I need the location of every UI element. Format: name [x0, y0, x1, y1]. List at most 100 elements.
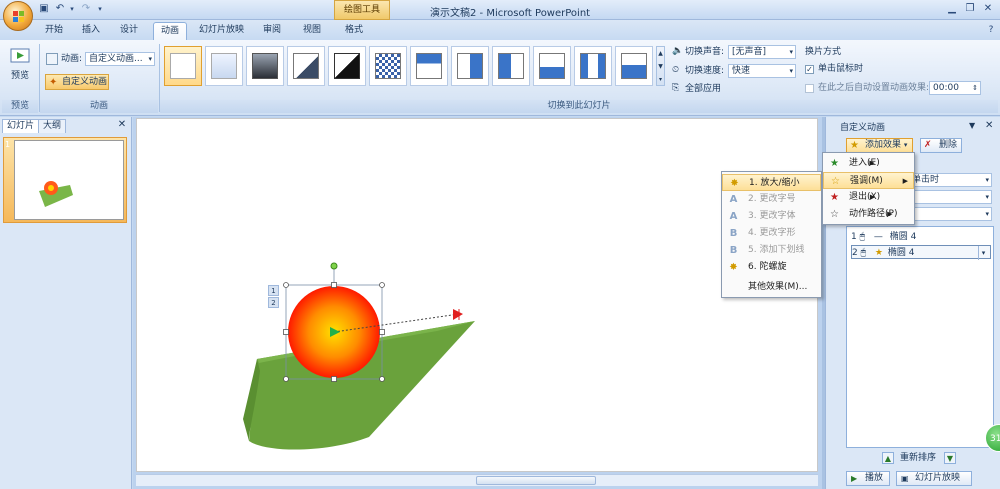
font-icon: A [729, 211, 738, 222]
slideshow-label: 幻灯片放映 [915, 473, 961, 483]
redo-icon[interactable]: ↷ [80, 3, 92, 15]
arrow-down-icon [621, 53, 647, 79]
transition-fade-black[interactable] [246, 46, 284, 86]
slideshow-button[interactable]: ▣ 幻灯片放映 [896, 471, 972, 486]
tab-slideshow[interactable]: 幻灯片放映 [192, 22, 251, 40]
start-dropdown[interactable]: 单击时 ▾ [908, 173, 992, 187]
tab-outline[interactable]: 大纲 [38, 119, 67, 133]
slide-thumbnail-art [39, 181, 73, 207]
star-outline-icon: ☆ [830, 209, 839, 220]
transition-split[interactable] [574, 46, 612, 86]
save-icon[interactable]: ▣ [38, 3, 50, 15]
after-time-checkbox[interactable] [805, 84, 814, 93]
window-title: 演示文稿2 - Microsoft PowerPoint [430, 8, 591, 19]
restore-icon[interactable]: ❐ [963, 2, 977, 16]
pane-menu-icon[interactable]: ▼ [969, 121, 975, 130]
slide-canvas[interactable] [136, 118, 818, 472]
office-button[interactable] [3, 1, 33, 31]
start-value: 单击时 [912, 175, 940, 185]
transition-cut[interactable] [287, 46, 325, 86]
close-window-icon[interactable]: ✕ [981, 2, 995, 16]
gallery-scroll[interactable]: ▲ ▼ ▾ [656, 46, 665, 86]
menu-item-emphasis[interactable]: ☆ 强调(M) ▶ [823, 172, 914, 189]
transition-cut-black[interactable] [328, 46, 366, 86]
menu-item-grow-shrink[interactable]: ✸ 1. 放大/缩小 [722, 174, 821, 191]
menu-item-change-font: A 3. 更改字体 [722, 208, 796, 225]
transition-wipe-down[interactable] [410, 46, 448, 86]
speed-dropdown[interactable]: ▾ [908, 207, 992, 221]
property-dropdown[interactable]: ▾ [908, 190, 992, 204]
apply-all-button[interactable]: 全部应用 [685, 82, 721, 96]
menu-item-entrance[interactable]: ★ 进入(E) ▶ [823, 155, 880, 172]
undo-icon[interactable]: ↶ [54, 3, 66, 15]
remove-button[interactable]: ✗ 删除 [920, 138, 962, 153]
tab-slides[interactable]: 幻灯片 [2, 119, 40, 133]
tab-home[interactable]: 开始 [38, 22, 70, 40]
menu-item-label: 强调(M) [850, 176, 883, 186]
transition-none[interactable] [164, 46, 202, 86]
transition-dissolve[interactable] [369, 46, 407, 86]
move-up-icon[interactable]: ▲ [882, 452, 894, 464]
remove-icon: ✗ [924, 140, 932, 150]
transition-speed-dropdown[interactable]: 快速 ▾ [728, 64, 796, 78]
transition-fade[interactable] [205, 46, 243, 86]
chevron-down-icon: ▾ [148, 55, 152, 63]
transition-none-icon [170, 53, 196, 79]
list-item[interactable]: 2 🖱 ★ 椭圆 4 ▾ [851, 245, 991, 260]
menu-item-label: 2. 更改字号 [748, 194, 796, 204]
play-label: 播放 [865, 473, 884, 483]
star-green-icon: ★ [830, 158, 839, 169]
add-effect-button[interactable]: ★ 添加效果 ▾ [846, 138, 913, 153]
speaker-icon: 🔈 [672, 46, 684, 56]
tab-view[interactable]: 视图 [296, 22, 328, 40]
tab-design[interactable]: 设计 [113, 22, 145, 40]
play-button[interactable]: ▶ 播放 [846, 471, 890, 486]
tab-format[interactable]: 格式 [338, 22, 370, 40]
animation-dropdown[interactable]: 自定义动画... ▾ [85, 52, 155, 66]
transition-sound-dropdown[interactable]: [无声音] ▾ [728, 45, 796, 59]
submenu-arrow-icon: ▶ [887, 210, 893, 218]
help-icon[interactable]: ? [986, 25, 996, 35]
tab-animation[interactable]: 动画 [153, 22, 188, 41]
chevron-down-icon[interactable]: ▾ [978, 246, 988, 260]
remove-label: 删除 [939, 140, 958, 150]
transition-wipe-right[interactable] [492, 46, 530, 86]
star-yellow-icon: ☆ [831, 176, 840, 187]
after-time-input[interactable]: 00:00 ⇕ [929, 81, 981, 95]
custom-animation-button[interactable]: ✦ 自定义动画 [45, 74, 109, 90]
scroll-thumb[interactable] [476, 476, 596, 485]
menu-item-more-effects[interactable]: 其他效果(M)... [722, 279, 807, 296]
transition-wipe-left[interactable] [451, 46, 489, 86]
close-pane-icon[interactable]: ✕ [985, 120, 993, 131]
animation-list[interactable]: 1 🖱 — 椭圆 4 2 🖱 ★ 椭圆 4 ▾ [846, 226, 994, 448]
tab-review[interactable]: 审阅 [256, 22, 288, 40]
chevron-down-icon: ▾ [985, 176, 989, 184]
anim-tag-2[interactable]: 2 [268, 297, 279, 308]
animation-dropdown-value: 自定义动画... [89, 54, 143, 64]
context-tool-label: 绘图工具 [334, 0, 390, 20]
menu-item-motion-path[interactable]: ☆ 动作路径(P) ▶ [823, 206, 897, 223]
menu-item-label: 其他效果(M)... [748, 282, 808, 292]
transition-wipe-down-2[interactable] [615, 46, 653, 86]
horizontal-scrollbar[interactable] [136, 474, 818, 486]
menu-item-label: 4. 更改字形 [748, 228, 796, 238]
menu-item-spin[interactable]: ✸ 6. 陀螺旋 [722, 259, 786, 276]
chevron-down-icon: ▾ [789, 67, 793, 75]
anim-tag-1[interactable]: 1 [268, 285, 279, 296]
on-click-checkbox[interactable]: ✓ [805, 65, 814, 74]
move-down-icon[interactable]: ▼ [944, 452, 956, 464]
preview-button[interactable]: 预览 [5, 44, 35, 88]
menu-item-exit[interactable]: ★ 退出(X) ▶ [823, 189, 880, 206]
slide-thumbnail[interactable] [14, 140, 124, 220]
list-item[interactable]: 1 🖱 — 椭圆 4 [851, 230, 916, 244]
transition-wipe-up[interactable] [533, 46, 571, 86]
qat-customize-icon[interactable]: ▾ [96, 3, 104, 15]
minimize-icon[interactable]: ▁ [945, 2, 959, 16]
tab-insert[interactable]: 插入 [75, 22, 107, 40]
close-panel-icon[interactable]: ✕ [116, 119, 128, 131]
bold-icon: B [729, 228, 738, 239]
mouse-icon: 🖱 [859, 232, 866, 242]
custom-animation-icon: ✦ [49, 77, 58, 88]
rotate-handle[interactable] [330, 262, 338, 270]
undo-dropdown-icon[interactable]: ▾ [68, 3, 76, 15]
